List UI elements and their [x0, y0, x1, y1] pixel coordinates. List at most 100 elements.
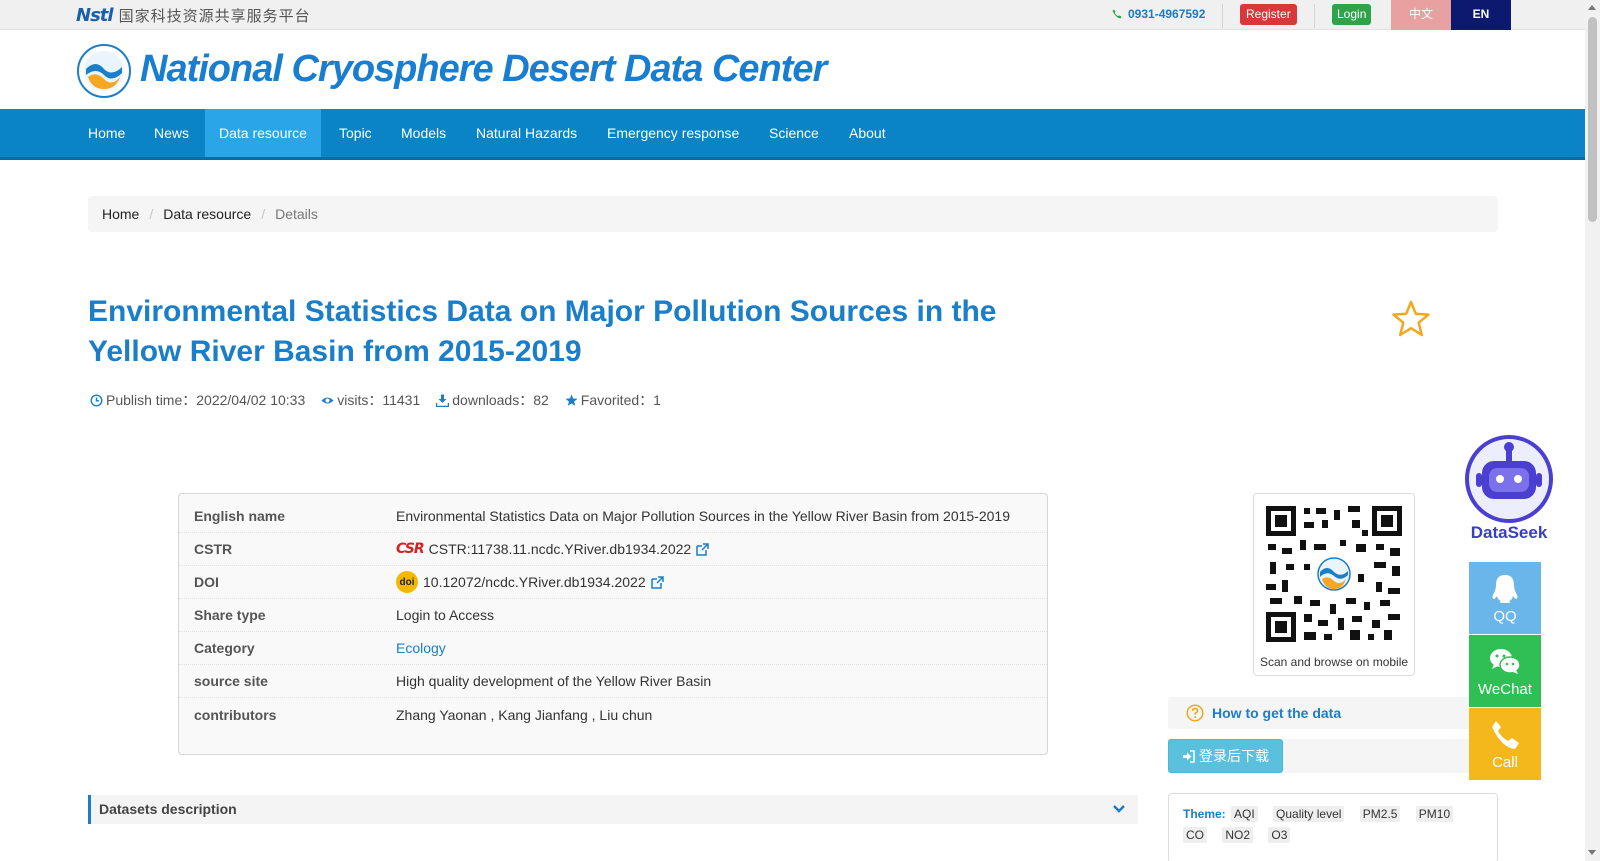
robot-icon — [1465, 435, 1553, 523]
breadcrumb-current: Details — [275, 206, 318, 222]
breadcrumb-data-resource[interactable]: Data resource — [163, 206, 251, 222]
how-to-get-data[interactable]: How to get the data — [1168, 697, 1470, 729]
datasets-description-header[interactable]: Datasets description — [88, 795, 1138, 824]
nav-home[interactable]: Home — [74, 109, 139, 157]
theme-tag[interactable]: CO — [1183, 827, 1207, 843]
qr-code-panel: Scan and browse on mobile — [1253, 493, 1415, 676]
nav-science[interactable]: Science — [755, 109, 833, 157]
qq-icon — [1492, 575, 1518, 603]
breadcrumb-home[interactable]: Home — [102, 206, 139, 222]
publish-time-text: Publish time：2022/04/02 10:33 — [106, 392, 306, 408]
theme-panel: Theme: AQI Quality level PM2.5 PM10 CO N… — [1168, 793, 1498, 861]
login-button[interactable]: Login — [1332, 4, 1372, 25]
theme-tag[interactable]: PM10 — [1415, 806, 1454, 822]
visits: visits：11431 — [321, 390, 420, 410]
language-english[interactable]: EN — [1451, 0, 1511, 30]
how-to-label: How to get the data — [1212, 705, 1342, 721]
phone-text: 0931-4967592 — [1128, 7, 1206, 21]
wechat-label: WeChat — [1478, 681, 1532, 698]
call-label: Call — [1492, 754, 1518, 771]
clock-icon — [90, 393, 103, 407]
row-label: source site — [194, 673, 268, 689]
external-link-icon[interactable] — [696, 542, 709, 556]
breadcrumb-separator: / — [261, 206, 266, 222]
row-label: DOI — [194, 574, 219, 590]
star-icon — [565, 394, 578, 406]
nav-natural-hazards[interactable]: Natural Hazards — [462, 109, 591, 157]
external-link-icon[interactable] — [650, 575, 664, 589]
wechat-icon — [1490, 649, 1521, 674]
divider — [1314, 4, 1315, 28]
category-link[interactable]: Ecology — [396, 640, 446, 656]
doi-logo-icon: doi — [396, 571, 418, 593]
divider — [1222, 4, 1223, 28]
dataset-meta: Publish time：2022/04/02 10:33 visits：114… — [90, 390, 661, 410]
theme-tag[interactable]: Quality level — [1273, 806, 1345, 822]
dataset-info-table: English name Environmental Statistics Da… — [178, 493, 1048, 755]
phone-icon — [1112, 9, 1122, 19]
share-type-value: Login to Access — [396, 607, 495, 623]
language-chinese[interactable]: 中文 — [1391, 0, 1451, 30]
eye-icon — [321, 397, 334, 403]
register-button[interactable]: Register — [1240, 4, 1297, 25]
nav-topic[interactable]: Topic — [325, 109, 386, 157]
scrollbar[interactable] — [1585, 0, 1600, 861]
table-row: DOI doi 10.12072/ncdc.YRiver.db1934.2022 — [179, 566, 1047, 599]
phone-icon — [1492, 721, 1519, 749]
nav-news[interactable]: News — [140, 109, 203, 157]
qr-code-icon — [1264, 504, 1404, 644]
scroll-down-icon[interactable] — [1588, 850, 1596, 855]
site-header: National Cryosphere Desert Data Center — [0, 30, 1585, 109]
nav-data-resource[interactable]: Data resource — [205, 109, 321, 157]
sign-in-icon — [1183, 749, 1195, 763]
row-label: Category — [194, 640, 255, 656]
download-bar — [1283, 739, 1470, 773]
qr-caption: Scan and browse on mobile — [1259, 655, 1409, 669]
dataseek-widget[interactable]: DataSeek — [1460, 433, 1558, 542]
question-icon — [1186, 704, 1204, 722]
site-logo-icon[interactable] — [76, 43, 132, 99]
table-row: source site High quality development of … — [179, 665, 1047, 698]
phone-number: 0931-4967592 — [1112, 7, 1205, 21]
platform-name: 国家科技资源共享服务平台 — [118, 6, 311, 25]
nav-models[interactable]: Models — [387, 109, 460, 157]
wechat-button[interactable]: WeChat — [1469, 635, 1541, 707]
theme-tag[interactable]: PM2.5 — [1359, 806, 1401, 822]
table-row: CSTR CSR CSTR:11738.11.ncdc.YRiver.db193… — [179, 533, 1047, 566]
cstr-logo-icon: CSR — [396, 541, 425, 557]
visits-text: visits：11431 — [337, 392, 421, 408]
nstl-logo[interactable]: Nstl 国家科技资源共享服务平台 — [76, 4, 311, 26]
source-site-value: High quality development of the Yellow R… — [396, 673, 712, 689]
qq-label: QQ — [1493, 608, 1517, 625]
favorited-text: Favorited：1 — [580, 392, 661, 408]
doi-value: doi 10.12072/ncdc.YRiver.db1934.2022 — [396, 571, 1047, 593]
site-title[interactable]: National Cryosphere Desert Data Center — [140, 48, 827, 91]
scrollbar-thumb[interactable] — [1588, 17, 1597, 222]
row-label: Share type — [194, 607, 266, 623]
chevron-down-icon[interactable] — [1112, 802, 1126, 816]
doi-link[interactable]: 10.12072/ncdc.YRiver.db1934.2022 — [423, 574, 646, 590]
downloads-text: downloads：82 — [452, 392, 549, 408]
breadcrumb: Home / Data resource / Details — [88, 196, 1498, 232]
favorite-star-icon[interactable] — [1392, 300, 1430, 338]
scroll-up-icon[interactable] — [1588, 5, 1596, 10]
login-to-download-button[interactable]: 登录后下载 — [1168, 739, 1283, 773]
theme-tag[interactable]: O3 — [1268, 827, 1291, 843]
download-icon — [436, 394, 450, 407]
page-title: Environmental Statistics Data on Major P… — [88, 295, 997, 368]
theme-tag[interactable]: NO2 — [1222, 827, 1254, 843]
publish-time: Publish time：2022/04/02 10:33 — [90, 390, 305, 410]
call-button[interactable]: Call — [1469, 708, 1541, 780]
nav-about[interactable]: About — [835, 109, 900, 157]
qq-button[interactable]: QQ — [1469, 562, 1541, 634]
row-label: English name — [194, 508, 286, 524]
table-row: contributors Zhang Yaonan , Kang Jianfan… — [179, 698, 1047, 731]
english-name-value: Environmental Statistics Data on Major P… — [396, 508, 1010, 524]
cstr-link[interactable]: CSTR:11738.11.ncdc.YRiver.db1934.2022 — [429, 541, 692, 557]
main-nav: Home News Data resource Topic Models Nat… — [0, 109, 1585, 160]
cstr-value: CSR CSTR:11738.11.ncdc.YRiver.db1934.202… — [396, 541, 1047, 557]
breadcrumb-separator: / — [149, 206, 154, 222]
contributors-value: Zhang Yaonan , Kang Jianfang , Liu chun — [396, 706, 653, 723]
nav-emergency-response[interactable]: Emergency response — [593, 109, 753, 157]
theme-tag[interactable]: AQI — [1231, 806, 1258, 822]
